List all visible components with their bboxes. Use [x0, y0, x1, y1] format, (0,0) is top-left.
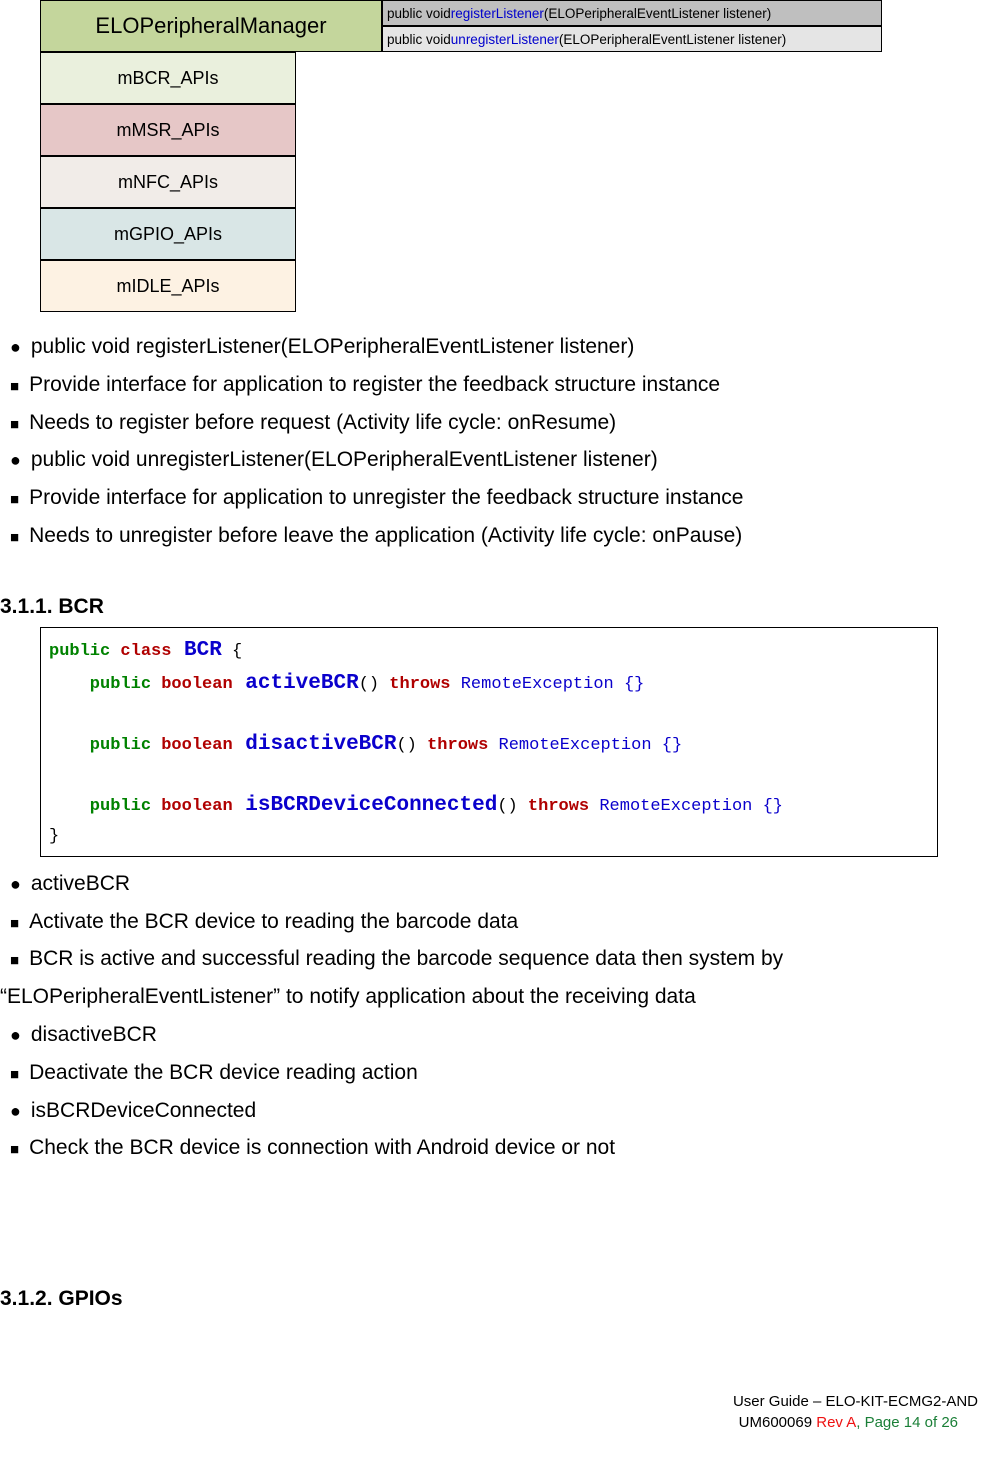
t: public: [49, 675, 151, 694]
footer-rev: Rev A: [812, 1414, 856, 1431]
t: RemoteException {}: [488, 736, 682, 755]
text: “ELOPeripheralEventListener” to notify a…: [0, 985, 696, 1008]
item-activebcr-notify: BCR is active and successful reading the…: [0, 940, 968, 978]
t: activeBCR: [233, 672, 359, 695]
api-nfc-label: mNFC_APIs: [118, 172, 218, 193]
manager-label: ELOPeripheralManager: [95, 13, 326, 39]
sig2-post: (ELOPeripheralEventListener listener): [559, 32, 786, 47]
api-idle: mIDLE_APIs: [40, 260, 296, 312]
api-gpio: mGPIO_APIs: [40, 208, 296, 260]
t: public: [49, 736, 151, 755]
item-isconnected: isBCRDeviceConnected: [0, 1092, 968, 1130]
t: boolean: [151, 797, 233, 816]
t: RemoteException {}: [451, 675, 645, 694]
item-register-desc: Provide interface for application to reg…: [0, 366, 968, 404]
signature-unregister: public void unregisterListener (ELOPerip…: [382, 26, 882, 52]
t: public: [49, 642, 110, 661]
manager-box: ELOPeripheralManager: [40, 0, 382, 52]
t: class: [110, 642, 171, 661]
text: BCR is active and successful reading the…: [29, 947, 783, 970]
t: RemoteException {}: [589, 797, 783, 816]
t: (): [497, 797, 517, 816]
bcr-code-block: public class BCR { public boolean active…: [40, 627, 938, 857]
api-gpio-label: mGPIO_APIs: [114, 224, 222, 245]
t: throws: [379, 675, 450, 694]
text: Check the BCR device is connection with …: [29, 1136, 615, 1159]
item-disactivebcr-desc: Deactivate the BCR device reading action: [0, 1054, 968, 1092]
item-register: public void registerListener(ELOPeripher…: [0, 328, 968, 366]
text: Needs to unregister before leave the app…: [29, 524, 742, 547]
t: boolean: [151, 736, 233, 755]
api-nfc: mNFC_APIs: [40, 156, 296, 208]
item-unregister: public void unregisterListener(ELOPeriph…: [0, 441, 968, 479]
t: (): [396, 736, 416, 755]
t: (): [359, 675, 379, 694]
t: throws: [518, 797, 589, 816]
sig1-method: registerListener: [451, 6, 544, 21]
item-activebcr-desc: Activate the BCR device to reading the b…: [0, 903, 968, 941]
item-disactivebcr: disactiveBCR: [0, 1016, 968, 1054]
text: public void unregisterListener(ELOPeriph…: [31, 448, 658, 471]
page-footer: User Guide – ELO-KIT-ECMG2-AND UM600069 …: [0, 1391, 978, 1433]
api-msr-label: mMSR_APIs: [116, 120, 219, 141]
t: throws: [417, 736, 488, 755]
text: Needs to register before request (Activi…: [29, 411, 616, 434]
sig1-post: (ELOPeripheralEventListener listener): [544, 6, 771, 21]
api-bcr-label: mBCR_APIs: [117, 68, 218, 89]
text: public void registerListener(ELOPeripher…: [31, 335, 634, 358]
item-register-when: Needs to register before request (Activi…: [0, 404, 968, 442]
api-diagram: ELOPeripheralManager public void registe…: [40, 0, 978, 320]
section-312-text: 3.1.2. GPIOs: [0, 1287, 123, 1310]
item-isconnected-desc: Check the BCR device is connection with …: [0, 1129, 968, 1167]
item-activebcr-notify2: “ELOPeripheralEventListener” to notify a…: [0, 978, 968, 1016]
section-311-heading: 3.1.1. BCR: [0, 595, 978, 619]
t: }: [49, 827, 59, 846]
item-unregister-desc: Provide interface for application to unr…: [0, 479, 968, 517]
text: Provide interface for application to unr…: [29, 486, 743, 509]
footer-docnum: UM600069: [739, 1414, 812, 1431]
sig2-pre: public void: [387, 32, 451, 47]
sig1-pre: public void: [387, 6, 451, 21]
text: Activate the BCR device to reading the b…: [29, 910, 518, 933]
t: {: [222, 642, 242, 661]
listener-notes: public void registerListener(ELOPeripher…: [0, 328, 978, 555]
api-msr: mMSR_APIs: [40, 104, 296, 156]
api-idle-label: mIDLE_APIs: [116, 276, 219, 297]
sig2-method: unregisterListener: [451, 32, 559, 47]
t: boolean: [151, 675, 233, 694]
t: BCR: [171, 639, 221, 662]
footer-pagenum: , Page 14 of 26: [856, 1414, 978, 1431]
text: Deactivate the BCR device reading action: [29, 1061, 418, 1084]
section-312-heading: 3.1.2. GPIOs: [0, 1287, 978, 1311]
text: disactiveBCR: [31, 1023, 157, 1046]
item-activebcr: activeBCR: [0, 865, 968, 903]
t: isBCRDeviceConnected: [233, 794, 498, 817]
section-311-text: 3.1.1. BCR: [0, 595, 104, 618]
footer-line1: User Guide – ELO-KIT-ECMG2-AND: [0, 1391, 978, 1412]
item-unregister-when: Needs to unregister before leave the app…: [0, 517, 968, 555]
text: isBCRDeviceConnected: [31, 1099, 256, 1122]
bcr-notes: activeBCR Activate the BCR device to rea…: [0, 865, 978, 1167]
api-bcr: mBCR_APIs: [40, 52, 296, 104]
t: public: [49, 797, 151, 816]
footer-line2: UM600069 Rev A, Page 14 of 26: [0, 1412, 978, 1433]
signature-register: public void registerListener (ELOPeriphe…: [382, 0, 882, 26]
t: disactiveBCR: [233, 733, 397, 756]
text: activeBCR: [31, 872, 130, 895]
text: Provide interface for application to reg…: [29, 373, 720, 396]
